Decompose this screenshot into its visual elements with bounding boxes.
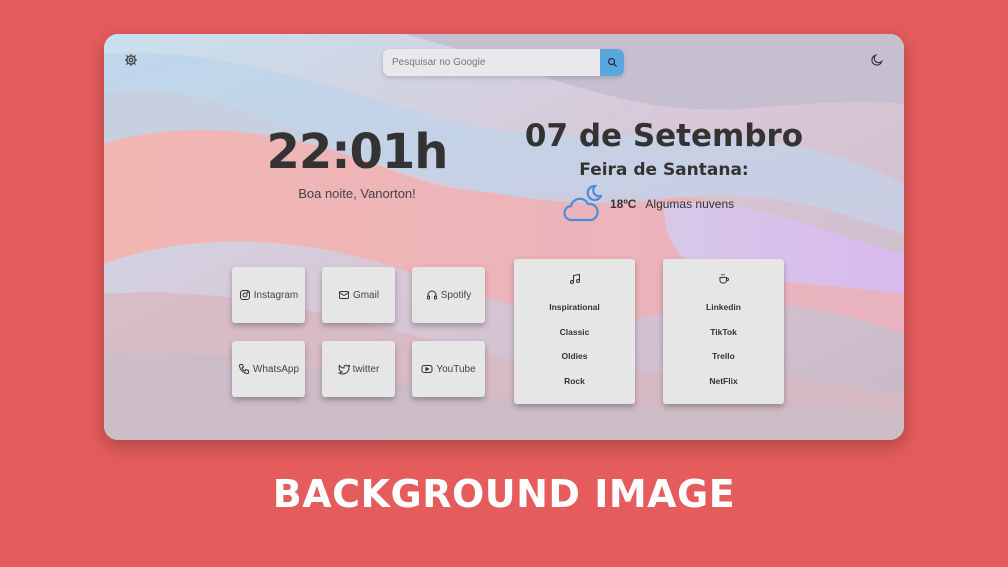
shortcut-whatsapp[interactable]: WhatsApp [232, 341, 305, 397]
weather-temperature: 18ºC [610, 197, 637, 211]
search-icon [607, 58, 617, 68]
wallpaper-background [104, 34, 904, 440]
playlist-item-rock[interactable]: Rock [514, 369, 635, 394]
shortcut-label: Instagram [253, 289, 299, 301]
phone-icon [238, 364, 249, 375]
current-date: 07 de Setembro [524, 118, 804, 154]
browser-new-tab-page: 22:01h Boa noite, Vanorton! 07 de Setemb… [104, 34, 904, 440]
shortcut-label: twitter [352, 363, 380, 375]
shortcut-youtube[interactable]: YouTube [412, 341, 485, 397]
playlist-item-oldies[interactable]: Oldies [514, 344, 635, 369]
shortcut-label: Spotify [440, 289, 472, 301]
playlist-item-classic[interactable]: Classic [514, 320, 635, 345]
link-item-tiktok[interactable]: TikTok [663, 320, 784, 345]
search-input[interactable] [383, 49, 600, 76]
mail-icon [338, 291, 349, 299]
shortcut-gmail[interactable]: Gmail [322, 267, 395, 323]
search-button[interactable] [600, 49, 624, 76]
twitter-icon [337, 364, 350, 375]
coffee-cup-icon [719, 274, 729, 284]
google-search-bar [383, 49, 624, 76]
clock-time: 22:01h [266, 124, 449, 180]
shortcut-label: Gmail [352, 289, 380, 301]
shortcut-spotify[interactable]: Spotify [412, 267, 485, 323]
gear-icon [125, 54, 137, 66]
caption-title: BACKGROUND IMAGE [272, 472, 736, 516]
link-item-linkedin[interactable]: Linkedin [663, 295, 784, 320]
shortcut-label: WhatsApp [252, 363, 300, 375]
instagram-icon [239, 290, 250, 300]
weather-city: Feira de Santana: [579, 160, 749, 180]
weather-description: Algumas nuvens [645, 197, 735, 211]
headphones-icon [426, 290, 437, 300]
music-playlist-card: Inspirational Classic Oldies Rock [514, 259, 635, 404]
weather-widget: 18ºC Algumas nuvens [562, 182, 802, 226]
link-item-netflix[interactable]: NetFlix [663, 369, 784, 394]
link-item-trello[interactable]: Trello [663, 344, 784, 369]
work-links-card: Linkedin TikTok Trello NetFlix [663, 259, 784, 404]
settings-button[interactable] [121, 50, 141, 70]
shortcut-twitter[interactable]: twitter [322, 341, 395, 397]
greeting-text: Boa noite, Vanorton! [298, 186, 416, 201]
shortcut-instagram[interactable]: Instagram [232, 267, 305, 323]
theme-toggle-button[interactable] [867, 50, 887, 70]
cloud-moon-icon [562, 182, 604, 226]
music-note-icon [569, 273, 580, 284]
shortcut-label: YouTube [436, 363, 476, 375]
playlist-item-inspirational[interactable]: Inspirational [514, 295, 635, 320]
youtube-icon [421, 365, 433, 373]
moon-icon [871, 54, 883, 66]
